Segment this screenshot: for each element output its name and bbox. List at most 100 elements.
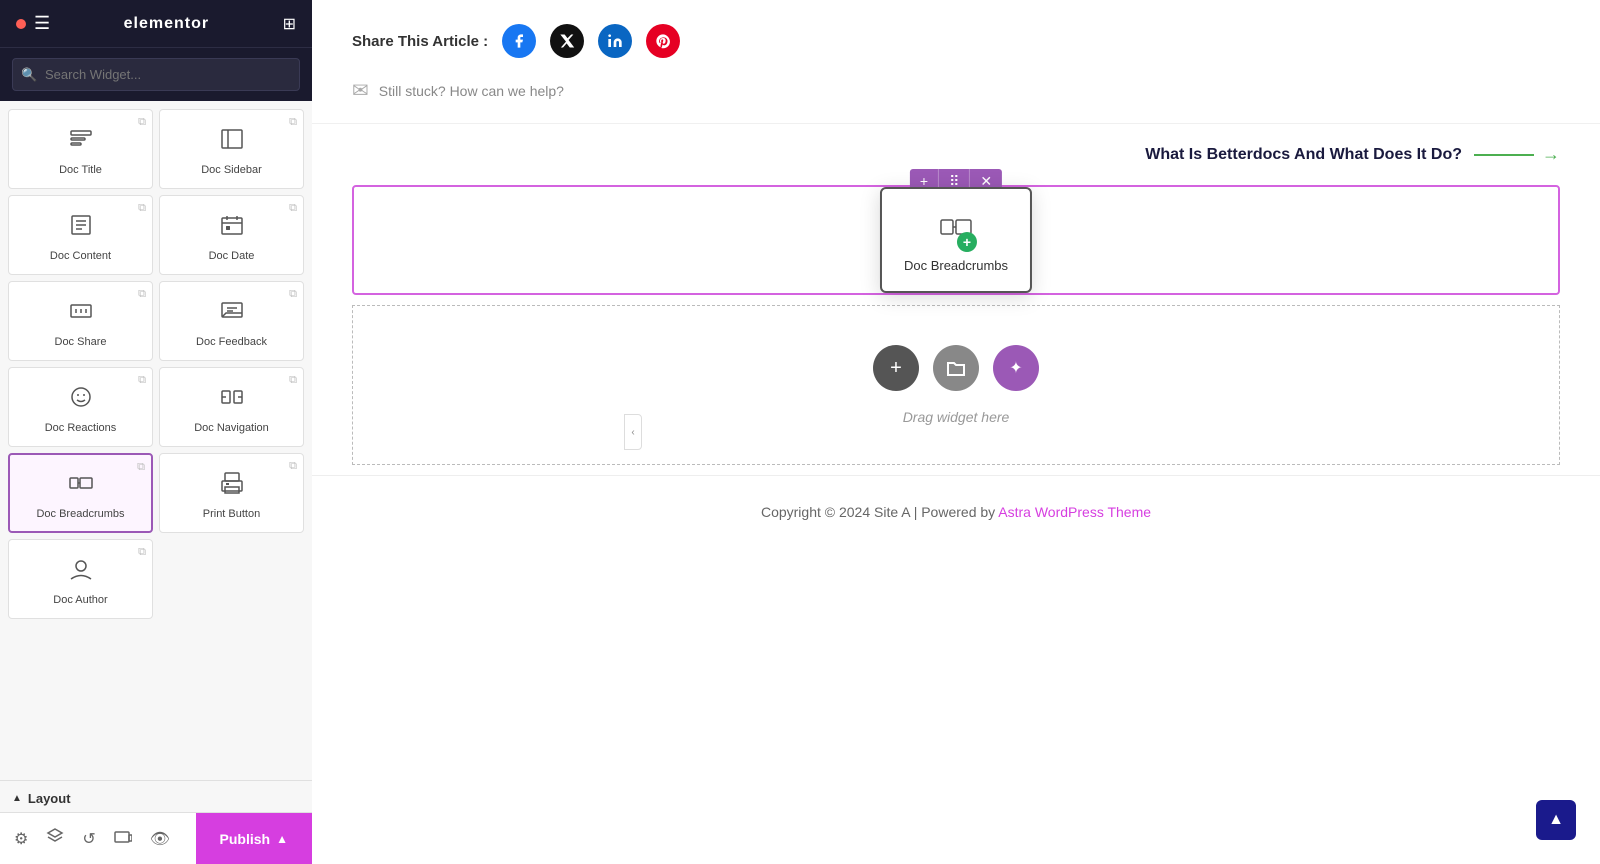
widget-doc-navigation-label: Doc Navigation <box>194 421 269 435</box>
widget-doc-breadcrumbs[interactable]: ⧉ Doc Breadcrumbs <box>8 453 153 533</box>
copy-icon: ⧉ <box>289 288 297 301</box>
footer-link[interactable]: Astra WordPress Theme <box>998 504 1151 520</box>
copy-icon: ⧉ <box>289 202 297 215</box>
widget-doc-date-label: Doc Date <box>209 249 255 263</box>
add-widget-button[interactable]: + <box>873 345 919 391</box>
doc-author-icon <box>67 555 95 587</box>
widgets-grid: ⧉ Doc Title ⧉ Doc Sidebar ⧉ Doc Content … <box>0 101 312 780</box>
help-bar: ✉ Still stuck? How can we help? <box>312 68 1600 123</box>
responsive-icon[interactable] <box>114 827 132 850</box>
preview-icon[interactable]: 👁 <box>150 829 170 849</box>
share-label: Share This Article : <box>352 33 488 50</box>
settings-icon[interactable]: ⚙ <box>14 829 28 849</box>
drag-hint: Drag widget here <box>903 409 1010 425</box>
search-icon: 🔍 <box>21 67 37 83</box>
widget-doc-title[interactable]: ⧉ Doc Title <box>8 109 153 189</box>
widget-doc-reactions[interactable]: ⧉ Doc Reactions <box>8 367 153 447</box>
layout-label: Layout <box>28 791 71 806</box>
copy-icon: ⧉ <box>138 202 146 215</box>
pinterest-share-icon[interactable] <box>646 24 680 58</box>
folder-button[interactable] <box>933 345 979 391</box>
bottom-toolbar: ⚙ ↺ 👁 Publish ▲ <box>0 812 312 864</box>
search-input[interactable] <box>12 58 300 91</box>
help-icon: ✉ <box>352 78 369 103</box>
dragging-icon-wrapper: + <box>937 207 975 250</box>
copy-icon: ⧉ <box>289 374 297 387</box>
sidebar-collapse-toggle[interactable]: ‹ <box>624 414 642 450</box>
doc-date-icon <box>218 211 246 243</box>
dragging-widget-label: Doc Breadcrumbs <box>904 258 1008 273</box>
arrow-line <box>1474 154 1534 156</box>
facebook-share-icon[interactable] <box>502 24 536 58</box>
twitter-x-share-icon[interactable] <box>550 24 584 58</box>
magic-button[interactable]: ✦ <box>993 345 1039 391</box>
share-bar: Share This Article : <box>312 0 1600 68</box>
widget-doc-reactions-label: Doc Reactions <box>45 421 117 435</box>
hamburger-menu-icon[interactable]: ☰ <box>34 13 50 34</box>
print-button-icon <box>218 469 246 501</box>
doc-navigation-icon <box>218 383 246 415</box>
history-icon[interactable]: ↺ <box>82 829 95 849</box>
breadcrumb-dropzone: + ⠿ ✕ + Doc Breadcrumbs <box>352 185 1560 295</box>
add-badge: + <box>957 232 977 252</box>
search-bar: 🔍 <box>0 48 312 101</box>
copy-icon: ⧉ <box>138 546 146 559</box>
doc-title-icon <box>67 125 95 157</box>
help-text: Still stuck? How can we help? <box>379 83 564 99</box>
toolbar-icons: ⚙ ↺ 👁 <box>0 827 196 850</box>
doc-content-icon <box>67 211 95 243</box>
footer-text: Copyright © 2024 Site A | Powered by <box>761 504 998 520</box>
widget-doc-share[interactable]: ⧉ Doc Share <box>8 281 153 361</box>
copy-icon: ⧉ <box>137 461 145 474</box>
widget-doc-content[interactable]: ⧉ Doc Content <box>8 195 153 275</box>
widget-print-button-label: Print Button <box>203 507 260 521</box>
widget-doc-breadcrumbs-label: Doc Breadcrumbs <box>36 507 124 521</box>
layers-icon[interactable] <box>46 827 64 850</box>
copy-icon: ⧉ <box>138 374 146 387</box>
widget-doc-title-label: Doc Title <box>59 163 102 177</box>
widget-doc-date[interactable]: ⧉ Doc Date <box>159 195 304 275</box>
doc-breadcrumbs-icon <box>67 469 95 501</box>
widget-doc-navigation[interactable]: ⧉ Doc Navigation <box>159 367 304 447</box>
widget-doc-author-label: Doc Author <box>53 593 107 607</box>
next-article-arrow: → <box>1474 144 1560 165</box>
copy-icon: ⧉ <box>289 460 297 473</box>
arrow-head-icon: → <box>1542 144 1560 165</box>
sidebar: ☰ elementor ⊞ 🔍 ⧉ Doc Title ⧉ Doc Sideba… <box>0 0 312 864</box>
sidebar-header: ☰ elementor ⊞ <box>0 0 312 48</box>
next-article-title[interactable]: What Is Betterdocs And What Does It Do? <box>1145 146 1462 164</box>
copy-icon: ⧉ <box>138 116 146 129</box>
canvas: Share This Article : ✉ Still stuck? How … <box>312 0 1600 864</box>
widget-doc-feedback[interactable]: ⧉ Doc Feedback <box>159 281 304 361</box>
widget-doc-sidebar[interactable]: ⧉ Doc Sidebar <box>159 109 304 189</box>
widget-doc-share-label: Doc Share <box>55 335 107 349</box>
publish-button[interactable]: Publish ▲ <box>196 813 312 864</box>
doc-feedback-icon <box>218 297 246 329</box>
drop-actions: + ✦ <box>873 345 1039 391</box>
dragging-widget-popup: + Doc Breadcrumbs <box>880 187 1032 293</box>
widget-doc-sidebar-label: Doc Sidebar <box>201 163 262 177</box>
widget-print-button[interactable]: ⧉ Print Button <box>159 453 304 533</box>
linkedin-share-icon[interactable] <box>598 24 632 58</box>
publish-label: Publish <box>220 831 271 847</box>
empty-dropzone[interactable]: + ✦ Drag widget here <box>352 305 1560 465</box>
apps-grid-icon[interactable]: ⊞ <box>283 14 296 34</box>
doc-share-icon <box>67 297 95 329</box>
layout-header[interactable]: ▲ Layout <box>12 791 300 806</box>
widget-doc-author[interactable]: ⧉ Doc Author <box>8 539 153 619</box>
copy-icon: ⧉ <box>289 116 297 129</box>
copy-icon: ⧉ <box>138 288 146 301</box>
publish-expand-icon: ▲ <box>276 832 288 846</box>
widget-doc-feedback-label: Doc Feedback <box>196 335 267 349</box>
canvas-footer: Copyright © 2024 Site A | Powered by Ast… <box>312 475 1600 548</box>
scroll-top-icon: ▲ <box>1548 811 1564 829</box>
widget-doc-content-label: Doc Content <box>50 249 111 263</box>
macos-dot <box>16 19 26 29</box>
canvas-inner: Share This Article : ✉ Still stuck? How … <box>312 0 1600 864</box>
elementor-logo: elementor <box>124 15 209 33</box>
doc-reactions-icon <box>67 383 95 415</box>
layout-section: ▲ Layout <box>0 780 312 812</box>
layout-chevron-icon: ▲ <box>12 793 22 804</box>
doc-sidebar-icon <box>218 125 246 157</box>
scroll-to-top-button[interactable]: ▲ <box>1536 800 1576 840</box>
